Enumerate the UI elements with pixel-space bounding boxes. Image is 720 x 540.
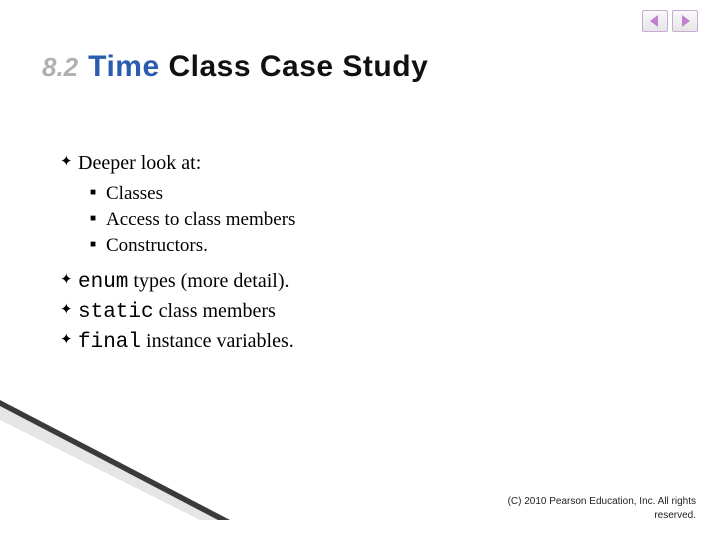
sub-bullet-item: ■ Access to class members	[90, 208, 660, 232]
code-keyword: final	[78, 331, 141, 354]
next-button[interactable]	[672, 10, 698, 32]
bullet-item: ✦ static class members	[60, 298, 660, 326]
section-title-word1: Time	[88, 50, 159, 83]
section-heading: 8.2 Time Class Case Study	[42, 50, 428, 84]
decorative-wedge-icon	[0, 400, 230, 520]
bullet-item: ✦ enum types (more detail).	[60, 268, 660, 296]
code-keyword: enum	[78, 271, 128, 294]
slide-content: ✦ Deeper look at: ■ Classes ■ Access to …	[60, 150, 660, 358]
sub-bullet-list: ■ Classes ■ Access to class members ■ Co…	[90, 182, 660, 258]
sub-bullet-item: ■ Classes	[90, 182, 660, 206]
section-title-word2: Class Case Study	[168, 50, 428, 83]
bullet-marker-icon: ✦	[60, 328, 78, 352]
arrow-left-icon	[648, 14, 662, 28]
copyright-text: (C) 2010 Pearson Education, Inc. All rig…	[466, 495, 696, 522]
bullet-marker-icon: ✦	[60, 150, 78, 174]
bullet-marker-icon: ✦	[60, 268, 78, 292]
bullet-text: static class members	[78, 298, 276, 326]
nav-arrows	[642, 10, 698, 32]
sub-bullet-text: Access to class members	[106, 208, 295, 232]
bullet-rest: class members	[154, 300, 276, 322]
bullet-item: ✦ Deeper look at:	[60, 150, 660, 176]
bullet-text: Deeper look at:	[78, 150, 201, 176]
bullet-rest: types (more detail).	[128, 270, 289, 292]
sub-bullet-marker-icon: ■	[90, 234, 106, 256]
bullet-text: final instance variables.	[78, 328, 294, 356]
section-number: 8.2	[42, 52, 78, 83]
sub-bullet-marker-icon: ■	[90, 208, 106, 230]
sub-bullet-text: Classes	[106, 182, 163, 206]
bullet-text: enum types (more detail).	[78, 268, 289, 296]
sub-bullet-item: ■ Constructors.	[90, 234, 660, 258]
prev-button[interactable]	[642, 10, 668, 32]
bullet-rest: instance variables.	[141, 330, 294, 352]
sub-bullet-marker-icon: ■	[90, 182, 106, 204]
arrow-right-icon	[678, 14, 692, 28]
sub-bullet-text: Constructors.	[106, 234, 208, 258]
bullet-item: ✦ final instance variables.	[60, 328, 660, 356]
bullet-marker-icon: ✦	[60, 298, 78, 322]
code-keyword: static	[78, 301, 154, 324]
section-title: Time Class Case Study	[88, 50, 428, 84]
